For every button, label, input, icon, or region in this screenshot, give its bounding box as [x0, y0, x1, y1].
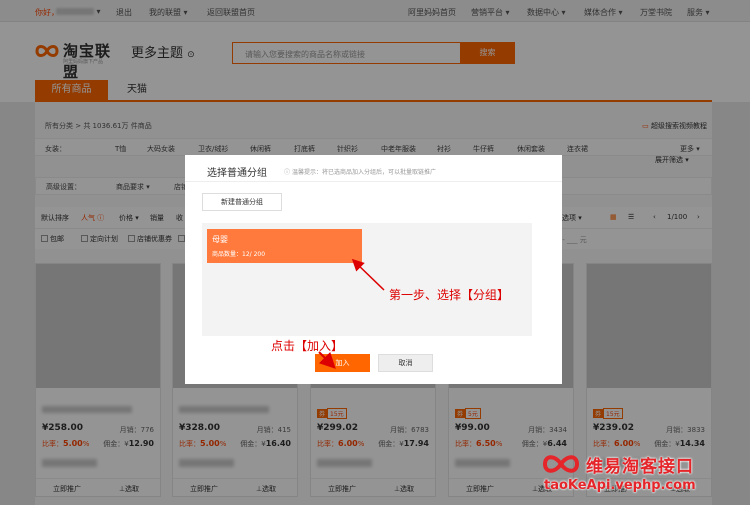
group-list: 母婴 商品数量：12/ 200: [202, 223, 532, 336]
dialog-divider: [185, 181, 562, 182]
watermark: 维易淘客接口 taoKeApi.vephp.com: [541, 451, 721, 497]
watermark-title: 维易淘客接口: [586, 457, 694, 477]
new-group-button[interactable]: 新建普通分组: [202, 193, 282, 211]
dialog-hint: ⓘ 温馨提示：将已选商品加入分组后，可以批量取链推广: [284, 169, 436, 176]
group-count: 商品数量：12/ 200: [212, 251, 266, 258]
annotation-step1: 第一步、选择【分组】: [389, 288, 510, 302]
info-icon: ⓘ: [284, 169, 291, 176]
cancel-button[interactable]: 取消: [378, 354, 433, 372]
group-item-selected[interactable]: 母婴 商品数量：12/ 200: [207, 229, 362, 263]
watermark-url: taoKeApi.vephp.com: [544, 478, 696, 493]
select-group-dialog: 选择普通分组 ⓘ 温馨提示：将已选商品加入分组后，可以批量取链推广 新建普通分组…: [185, 155, 562, 384]
group-name: 母婴: [212, 235, 228, 244]
annotation-click-add: 点击【加入】: [271, 339, 344, 353]
dialog-title: 选择普通分组: [207, 168, 267, 179]
add-button[interactable]: 加入: [315, 354, 370, 372]
watermark-logo-icon: [542, 455, 580, 473]
